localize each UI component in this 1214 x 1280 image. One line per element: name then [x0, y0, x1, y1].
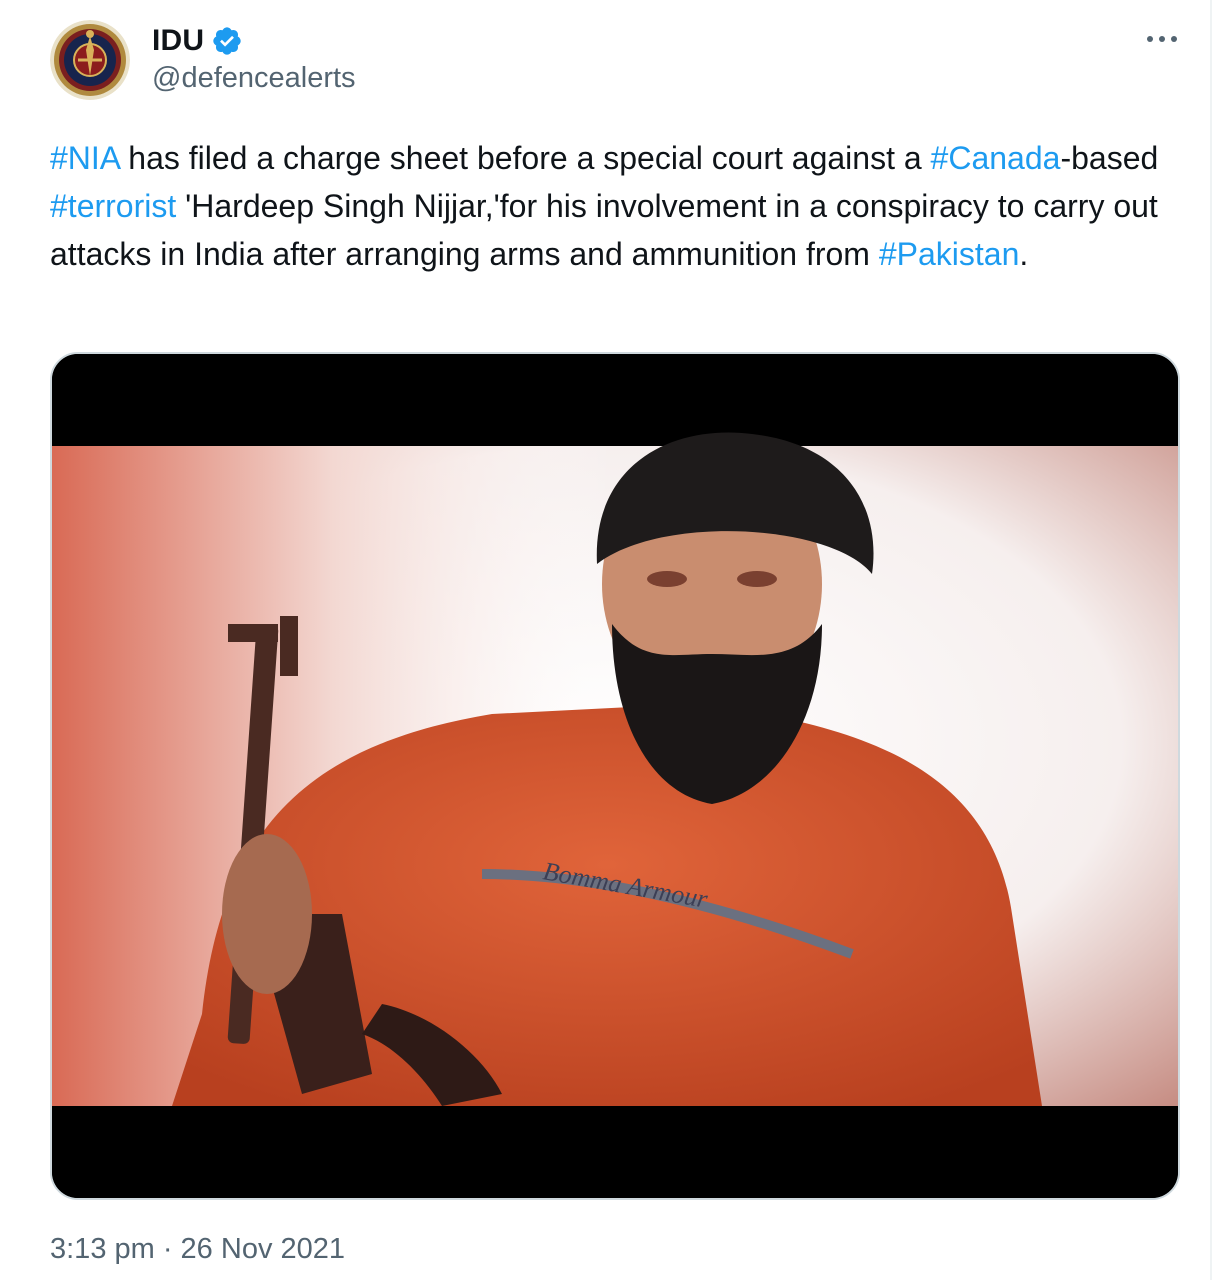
author-name-row: IDU [152, 24, 243, 58]
tweet-timestamp[interactable]: 3:13 pm · 26 Nov 2021 [50, 1233, 345, 1266]
hashtag-link[interactable]: #NIA [50, 140, 119, 176]
tweet-text: #NIA has filed a charge sheet before a s… [50, 134, 1180, 278]
tweet-text-segment: has filed a charge sheet before a specia… [119, 140, 931, 176]
tweet-image[interactable]: Bomma Armour [50, 352, 1180, 1200]
verified-badge-icon [211, 25, 243, 57]
more-options-button[interactable] [1140, 22, 1184, 56]
hashtag-link[interactable]: #Canada [931, 140, 1061, 176]
tweet-text-segment: -based [1060, 140, 1159, 176]
hashtag-link[interactable]: #terrorist [50, 188, 176, 224]
tweet-card: IDU @defencealerts #NIA has filed a char… [0, 0, 1212, 1280]
author-display-name[interactable]: IDU [152, 24, 204, 58]
tweet-text-segment: . [1019, 236, 1029, 272]
author-handle[interactable]: @defencealerts [152, 62, 356, 95]
hashtag-link[interactable]: #Pakistan [879, 236, 1020, 272]
author-avatar[interactable] [50, 20, 130, 100]
more-dots-icon [1147, 36, 1177, 42]
idu-emblem-icon [50, 20, 130, 100]
